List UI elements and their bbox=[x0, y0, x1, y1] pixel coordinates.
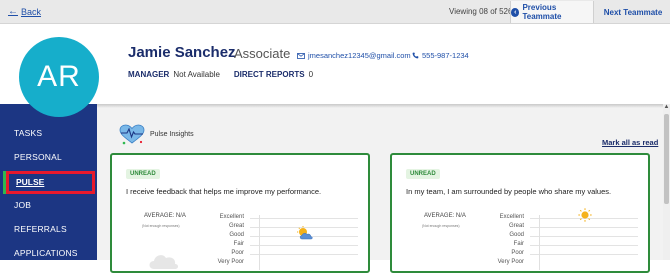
manager-label: MANAGER bbox=[128, 70, 170, 79]
scale-label: Fair bbox=[233, 241, 244, 247]
envelope-icon bbox=[297, 52, 305, 59]
back-arrow-icon: ← bbox=[8, 6, 18, 17]
viewing-counter: Viewing 08 of 526 bbox=[449, 7, 513, 16]
previous-teammate-label: Previous Teammate bbox=[522, 3, 562, 21]
scroll-up-arrow-icon[interactable]: ▲ bbox=[663, 104, 670, 112]
scale-gridline bbox=[530, 254, 638, 255]
scale-divider bbox=[539, 215, 540, 270]
employee-phone: 555-987-1234 bbox=[422, 51, 469, 60]
scale-label: Good bbox=[509, 232, 524, 238]
mark-all-read-link[interactable]: Mark all as read bbox=[602, 138, 658, 147]
employee-name: Jamie Sanchez bbox=[128, 44, 236, 61]
header-shadow bbox=[97, 104, 670, 108]
average-score: AVERAGE: N/A bbox=[144, 213, 186, 219]
pulse-insights-title: Pulse Insights bbox=[150, 131, 194, 138]
employee-title: Associate bbox=[234, 46, 291, 61]
manager-value: Not Available bbox=[173, 70, 220, 79]
scale-divider bbox=[259, 215, 260, 270]
average-note: (Not enough responses) bbox=[422, 224, 460, 228]
scale-label: Great bbox=[508, 223, 524, 229]
pulse-card[interactable]: UNREAD In my team, I am surrounded by pe… bbox=[390, 153, 650, 273]
sun-icon bbox=[578, 208, 592, 227]
scale-gridline bbox=[250, 218, 358, 219]
employee-meta: MANAGER Not Available DIRECT REPORTS 0 bbox=[128, 70, 313, 79]
scale-label: Poor bbox=[511, 250, 524, 256]
unread-badge: UNREAD bbox=[406, 169, 440, 179]
avatar: AR bbox=[19, 37, 99, 117]
scale-label: Great bbox=[228, 223, 244, 229]
sidebar-item-job[interactable]: JOB bbox=[14, 200, 31, 210]
scale-label: Fair bbox=[513, 241, 524, 247]
sidebar-item-applications[interactable]: APPLICATIONS bbox=[14, 248, 78, 258]
cloud-icon bbox=[146, 251, 180, 274]
previous-teammate-button[interactable]: ‹ Previous Teammate bbox=[510, 1, 594, 23]
scale-label: Excellent bbox=[499, 214, 524, 220]
phone-icon bbox=[412, 52, 419, 59]
pulse-question: In my team, I am surrounded by people wh… bbox=[406, 187, 612, 196]
next-teammate-button[interactable]: Next Teammate bbox=[596, 1, 670, 23]
direct-reports-label: DIRECT REPORTS bbox=[233, 70, 305, 79]
sidebar-item-tasks[interactable]: TASKS bbox=[14, 128, 42, 138]
employee-email: jmesanchez12345@gmail.com bbox=[308, 51, 411, 60]
scale-gridline bbox=[530, 236, 638, 237]
scale-label: Poor bbox=[231, 250, 244, 256]
top-bar: ← Back Viewing 08 of 526 ‹ Previous Team… bbox=[0, 0, 670, 24]
partly-cloudy-icon bbox=[296, 226, 314, 245]
pulse-heart-icon bbox=[118, 124, 146, 151]
back-link[interactable]: ← Back bbox=[8, 6, 41, 17]
scrollbar-thumb[interactable] bbox=[664, 114, 669, 204]
employee-email-link[interactable]: jmesanchez12345@gmail.com bbox=[297, 51, 411, 60]
scale-gridline bbox=[250, 254, 358, 255]
pulse-question: I receive feedback that helps me improve… bbox=[126, 187, 322, 196]
next-teammate-label: Next Teammate bbox=[603, 7, 663, 17]
chevron-left-icon: ‹ bbox=[511, 7, 520, 17]
average-note: (Not enough responses) bbox=[142, 224, 180, 228]
direct-reports-value: 0 bbox=[308, 70, 314, 79]
average-score: AVERAGE: N/A bbox=[424, 213, 466, 219]
employee-phone-link[interactable]: 555-987-1234 bbox=[412, 51, 469, 60]
sidebar-item-pulse-label: PULSE bbox=[16, 177, 45, 187]
scale-label: Good bbox=[229, 232, 244, 238]
scale-gridline bbox=[250, 245, 358, 246]
back-label: Back bbox=[21, 6, 42, 17]
scale-gridline bbox=[530, 227, 638, 228]
pulse-card[interactable]: UNREAD I receive feedback that helps me … bbox=[110, 153, 370, 273]
scale-gridline bbox=[530, 245, 638, 246]
sidebar-item-personal[interactable]: PERSONAL bbox=[14, 152, 62, 162]
sidebar-item-referrals[interactable]: REFERRALS bbox=[14, 224, 67, 234]
scale-label: Excellent bbox=[219, 214, 244, 220]
employee-header: Jamie Sanchez Associate jmesanchez12345@… bbox=[0, 24, 670, 104]
unread-badge: UNREAD bbox=[126, 169, 160, 179]
